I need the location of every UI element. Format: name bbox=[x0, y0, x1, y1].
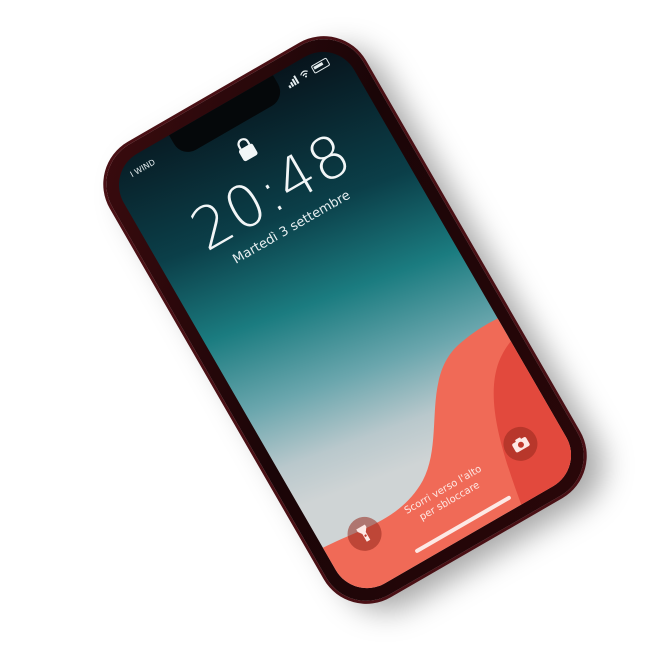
signal-icon bbox=[285, 74, 300, 89]
carrier-name: I WIND bbox=[128, 157, 157, 179]
phone-device: I WIND 20:48 Martedì 3 settembre Scorri … bbox=[89, 22, 601, 618]
lock-screen[interactable]: I WIND 20:48 Martedì 3 settembre Scorri … bbox=[105, 38, 585, 602]
stage: I WIND 20:48 Martedì 3 settembre Scorri … bbox=[0, 0, 663, 663]
wifi-icon bbox=[300, 70, 308, 78]
battery-icon bbox=[310, 56, 331, 74]
status-icons bbox=[285, 56, 331, 89]
